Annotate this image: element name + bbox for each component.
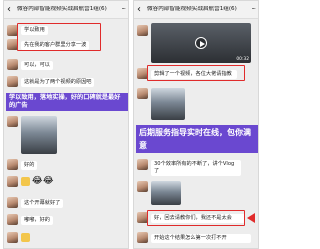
- play-icon[interactable]: [195, 37, 207, 49]
- thumbs-up-sticker: [21, 233, 30, 242]
- laughing-face-sticker: 😂: [43, 176, 54, 186]
- group-title: 微谷内部智能视频实战启航营1组(6): [17, 6, 107, 12]
- avatar[interactable]: [7, 197, 18, 208]
- avatar[interactable]: [7, 232, 18, 243]
- thumbs-up-sticker: [21, 177, 30, 186]
- avatar[interactable]: [7, 159, 18, 170]
- highlight-box: [17, 23, 101, 51]
- avatar[interactable]: [7, 214, 18, 225]
- message-bubble: 开始这个结果怎么第一次打不开: [151, 234, 251, 243]
- shared-photo[interactable]: [151, 88, 185, 120]
- more-icon[interactable]: ···: [121, 5, 126, 13]
- laughing-face-sticker: 😂: [32, 176, 43, 186]
- highlight-box: [147, 210, 245, 226]
- avatar[interactable]: [137, 181, 148, 192]
- message-bubble: 30个效率所有的不断了，讲个Vlog了: [151, 160, 241, 176]
- shared-photo[interactable]: [21, 116, 57, 154]
- chat-screenshot-right: ‹ 微谷内部智能视频实战启航营1组(6) ··· 00:32 剪辑了一个视频，各…: [133, 0, 259, 249]
- message-bubble: 这就是为了两个视频的原因吧: [21, 78, 95, 87]
- group-title: 微谷内部智能视频实战启航营1组(6): [147, 6, 237, 12]
- highlight-box: [147, 65, 245, 81]
- red-arrow-icon: [247, 213, 255, 223]
- message-bubble: 可以，可以: [21, 61, 53, 70]
- avatar[interactable]: [137, 25, 148, 36]
- video-duration: 00:32: [236, 57, 249, 62]
- chevron-left-icon[interactable]: ‹: [137, 4, 141, 15]
- avatar[interactable]: [137, 159, 148, 170]
- avatar[interactable]: [137, 232, 148, 243]
- chevron-left-icon[interactable]: ‹: [7, 4, 11, 15]
- message-bubble: 嘟嘟，好的: [21, 216, 53, 225]
- message-bubble: 好的: [21, 161, 38, 170]
- avatar[interactable]: [7, 76, 18, 87]
- avatar[interactable]: [7, 176, 18, 187]
- video-message[interactable]: 00:32: [151, 23, 251, 63]
- promo-banner: 学以致用，落地实操，好的口碑就是最好的广告: [6, 93, 128, 111]
- chat-screenshot-left: ‹ 微谷内部智能视频实战启航营1组(6) ··· 学以致用 先在我的客户群里分享…: [3, 0, 129, 249]
- chat-header: ‹ 微谷内部智能视频实战启航营1组(6) ···: [4, 1, 128, 19]
- chat-header: ‹ 微谷内部智能视频实战启航营1组(6) ···: [134, 1, 258, 19]
- avatar[interactable]: [7, 116, 18, 127]
- avatar[interactable]: [137, 88, 148, 99]
- message-bubble: 这个开幕就好了: [21, 199, 64, 208]
- avatar[interactable]: [7, 59, 18, 70]
- shared-photo[interactable]: [151, 181, 181, 205]
- promo-banner: 后期服务指导实时在线，包你满意: [136, 125, 258, 153]
- more-icon[interactable]: ···: [251, 5, 256, 13]
